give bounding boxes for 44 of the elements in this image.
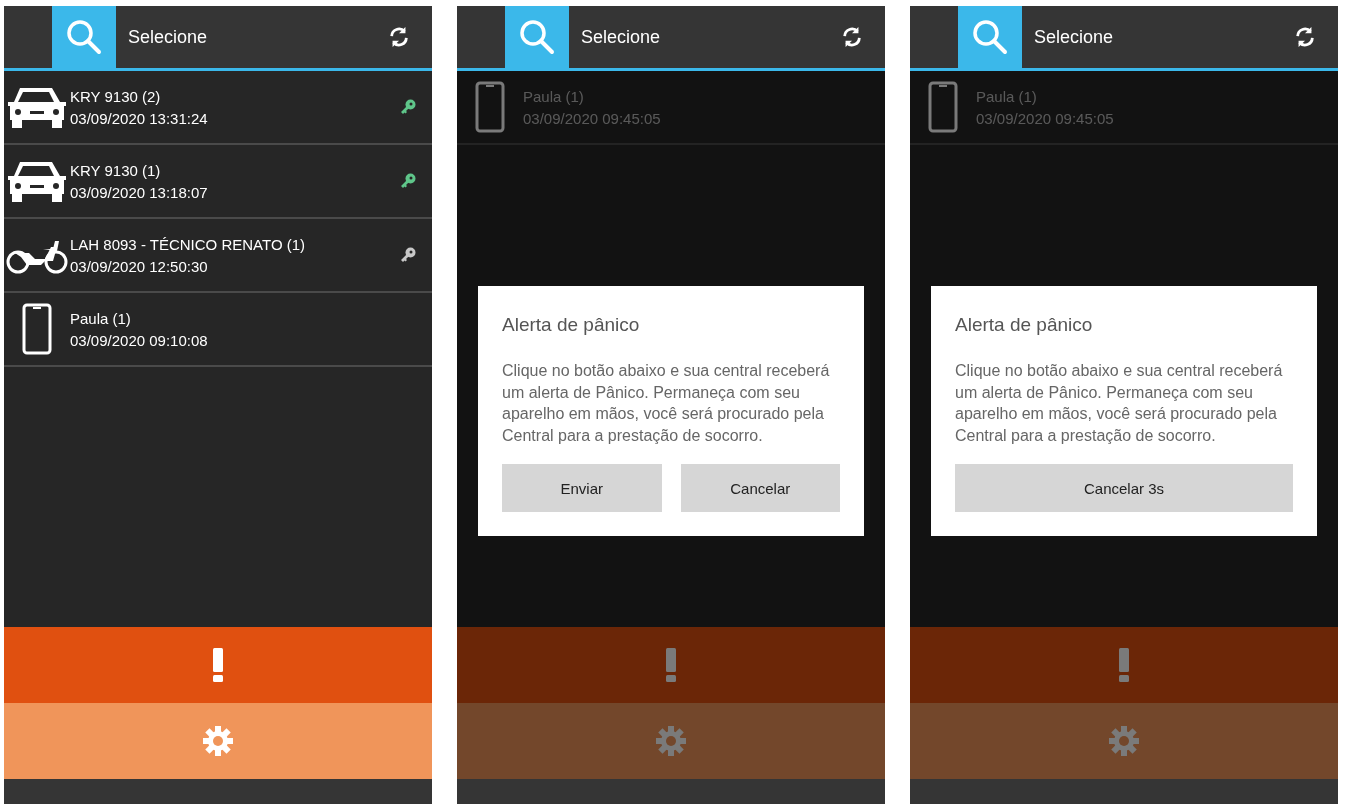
- exclamation-icon: [666, 648, 676, 682]
- settings-icon: [655, 725, 687, 757]
- settings-icon: [202, 725, 234, 757]
- search-icon: [970, 17, 1010, 57]
- device-list-item[interactable]: Paula (1) 03/09/2020 09:10:08: [4, 293, 432, 367]
- device-timestamp: 03/09/2020 09:45:05: [523, 109, 662, 127]
- search-button[interactable]: [958, 6, 1022, 68]
- dialog-button[interactable]: Cancelar: [680, 464, 840, 513]
- dialog-title: Alerta de pânico: [955, 314, 1094, 336]
- device-timestamp: 03/09/2020 09:45:05: [976, 109, 1115, 127]
- screen-title: Selecione: [581, 26, 662, 48]
- device-name: LAH 8093 - TÉCNICO RENATO (1): [70, 235, 307, 253]
- dialog-message: Clique no botão abaixo e sua central receberá um alerta de Pânico. Permaneça com seu aparelho em mãos, você será procurado pela Central para a prestação de socorro.: [502, 361, 831, 446]
- device-timestamp: 03/09/2020 13:31:24: [70, 109, 209, 127]
- device-name: Paula (1): [976, 87, 1038, 105]
- refresh-icon[interactable]: [1294, 26, 1316, 48]
- device-timestamp: 03/09/2020 13:18:07: [70, 183, 209, 201]
- device-list-item[interactable]: KRY 9130 (1) 03/09/2020 13:18:07: [4, 145, 432, 219]
- device-timestamp: 03/09/2020 12:50:30: [70, 257, 209, 275]
- refresh-icon[interactable]: [841, 26, 863, 48]
- dialog-message: Clique no botão abaixo e sua central receberá um alerta de Pânico. Permaneça com seu aparelho em mãos, você será procurado pela Central para a prestação de socorro.: [955, 361, 1284, 446]
- search-button[interactable]: [505, 6, 569, 68]
- refresh-icon[interactable]: [388, 26, 410, 48]
- settings-icon: [1108, 725, 1140, 757]
- device-name: Paula (1): [523, 87, 585, 105]
- smartphone-icon: [22, 303, 52, 355]
- search-button[interactable]: [52, 6, 116, 68]
- exclamation-icon: [1119, 648, 1129, 682]
- device-name: KRY 9130 (2): [70, 87, 162, 105]
- screen-title: Selecione: [128, 26, 209, 48]
- smartphone-icon: [475, 81, 505, 133]
- device-list-item[interactable]: LAH 8093 - TÉCNICO RENATO (1) 03/09/2020 12:50:30: [4, 219, 432, 293]
- search-icon: [64, 17, 104, 57]
- device-list-item[interactable]: KRY 9130 (2) 03/09/2020 13:31:24: [4, 71, 432, 145]
- device-name: KRY 9130 (1): [70, 161, 162, 179]
- smartphone-icon: [928, 81, 958, 133]
- dialog-title: Alerta de pânico: [502, 314, 641, 336]
- exclamation-icon: [213, 648, 223, 682]
- dialog-button[interactable]: Cancelar 3s: [955, 464, 1293, 513]
- screen-title: Selecione: [1034, 26, 1115, 48]
- device-timestamp: 03/09/2020 09:10:08: [70, 331, 209, 349]
- search-icon: [517, 17, 557, 57]
- dialog-button[interactable]: Enviar: [502, 464, 662, 513]
- device-name: Paula (1): [70, 309, 132, 327]
